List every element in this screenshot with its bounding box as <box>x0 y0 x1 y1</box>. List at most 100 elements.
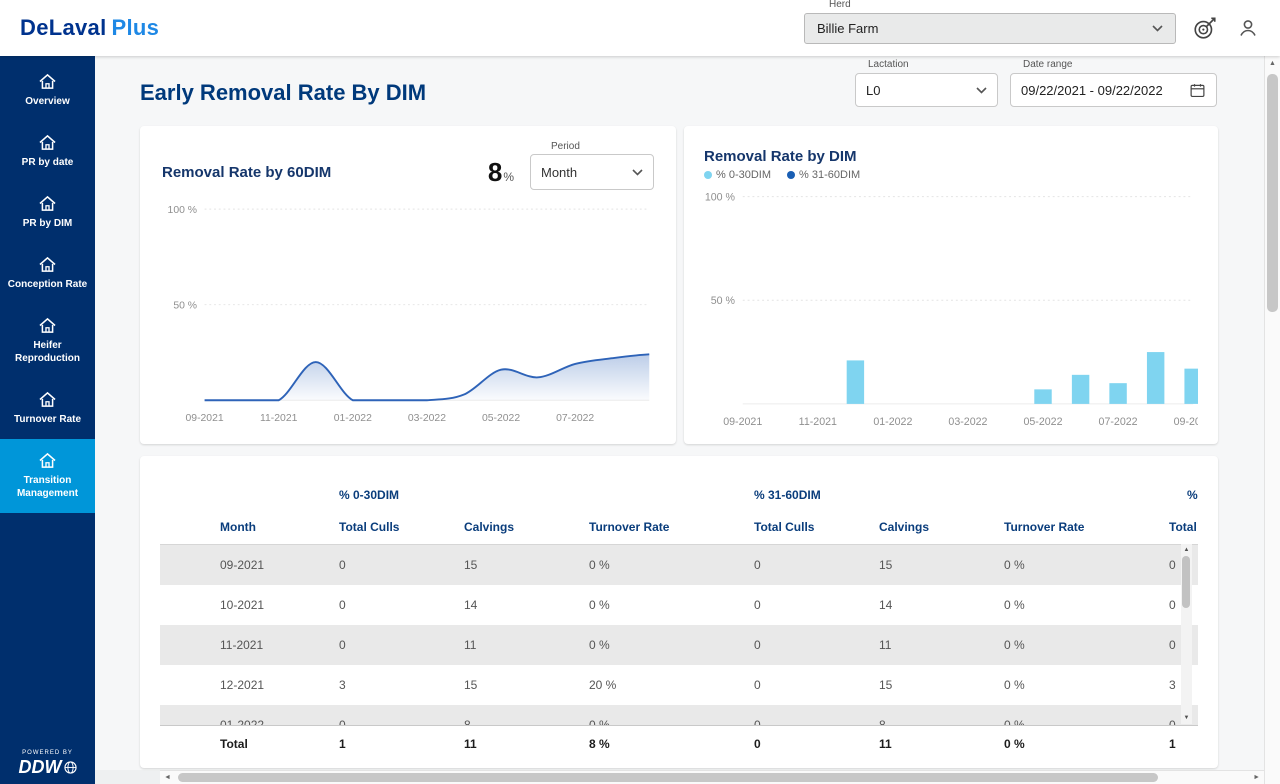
sidebar-item-heifer-reproduction[interactable]: Heifer Reproduction <box>0 304 95 378</box>
table-row: 10-20210140 %0140 %0140 % <box>160 585 1198 625</box>
chevron-down-icon <box>1152 25 1163 32</box>
table-row: 12-202131520 %0150 %31520 % <box>160 665 1198 705</box>
scroll-up-icon[interactable]: ▲ <box>1269 60 1276 68</box>
globe-icon <box>64 761 77 774</box>
bar-chart-legend: % 0-30DIM % 31-60DIM <box>704 169 1198 181</box>
column-header: Total Culls <box>1165 510 1198 544</box>
sidebar-footer: POWERED BY DDW <box>0 750 95 778</box>
table-total-row: Total1118 %0110 %1118 % <box>160 725 1198 763</box>
charts-row: Removal Rate by 60DIM 8% Period Month 10… <box>140 126 1218 444</box>
filters: Lactation L0 Date range 09/22/2021 - 09/… <box>855 73 1217 107</box>
svg-text:01-2022: 01-2022 <box>334 413 372 424</box>
sidebar-item-label: PR by DIM <box>23 217 72 230</box>
home-icon <box>38 134 57 151</box>
home-icon <box>38 256 57 273</box>
line-chart-title: Removal Rate by 60DIM <box>162 164 331 181</box>
svg-text:09-2021: 09-2021 <box>186 413 224 424</box>
column-group-header: % 0-30DIM <box>335 480 750 510</box>
logo-delaval: DeLaval <box>20 15 106 40</box>
sidebar-item-label: PR by date <box>22 156 74 169</box>
column-header: Month <box>160 510 335 544</box>
sidebar-item-conception-rate[interactable]: Conception Rate <box>0 243 95 304</box>
lactation-label: Lactation <box>868 59 909 70</box>
sidebar: Overview PR by date PR by DIM Conception Ra… <box>0 56 95 784</box>
sidebar-item-label: Heifer Reproduction <box>3 339 92 365</box>
column-header: Turnover Rate <box>585 510 750 544</box>
table-header: % 0-30DIM% 31-60DIM% 0-60DIMMonthTotal C… <box>160 480 1198 545</box>
topbar-actions: Herd Billie Farm <box>804 13 1262 44</box>
legend-item[interactable]: % 0-30DIM <box>704 169 771 181</box>
column-group-header: % 0-60DIM <box>1165 480 1198 510</box>
column-header: Calvings <box>460 510 585 544</box>
bar-chart: 100 %50 %09-202111-202101-202203-202205-… <box>704 185 1198 435</box>
svg-text:50 %: 50 % <box>173 300 197 311</box>
table-vertical-scrollbar[interactable]: ▲ ▼ <box>1181 544 1192 724</box>
sidebar-item-transition-management[interactable]: Transition Management <box>0 439 95 513</box>
removal-rate-value: 8% <box>488 157 514 188</box>
period-label: Period <box>551 141 580 152</box>
sidebar-item-turnover-rate[interactable]: Turnover Rate <box>0 378 95 439</box>
date-range-label: Date range <box>1023 59 1072 70</box>
page-horizontal-scrollbar[interactable]: ◄ ► <box>160 770 1264 784</box>
table-row: 11-20210110 %0110 %0110 % <box>160 625 1198 665</box>
scroll-left-icon[interactable]: ◄ <box>164 774 171 782</box>
target-icon[interactable] <box>1191 14 1219 42</box>
table-body[interactable]: 09-20210150 %0150 %0150 %10-20210140 %01… <box>160 545 1198 725</box>
svg-text:100 %: 100 % <box>168 205 197 216</box>
svg-text:09-2022: 09-2022 <box>1174 416 1198 428</box>
ddw-logo: DDW <box>19 757 77 778</box>
svg-text:11-2021: 11-2021 <box>799 416 837 428</box>
home-icon <box>38 452 57 469</box>
column-header: Total Culls <box>750 510 875 544</box>
date-range-picker[interactable]: Date range 09/22/2021 - 09/22/2022 <box>1010 73 1217 107</box>
table-row: 09-20210150 %0150 %0150 % <box>160 545 1198 585</box>
page-hscrollbar-thumb[interactable] <box>178 773 1158 782</box>
chevron-down-icon <box>632 169 643 176</box>
sidebar-item-label: Transition Management <box>3 474 92 500</box>
lactation-value: L0 <box>866 83 880 98</box>
legend-label: % 31-60DIM <box>799 169 860 181</box>
period-select[interactable]: Period Month <box>530 154 654 190</box>
page-vertical-scrollbar[interactable]: ▲ ▼ <box>1264 56 1280 784</box>
sidebar-item-label: Turnover Rate <box>14 413 81 426</box>
table-scrollbar-thumb[interactable] <box>1182 556 1190 608</box>
svg-text:07-2022: 07-2022 <box>556 413 594 424</box>
home-icon <box>38 317 57 334</box>
scroll-down-icon[interactable]: ▼ <box>1184 714 1190 722</box>
column-group-header: % 31-60DIM <box>750 480 1165 510</box>
herd-label: Herd <box>829 0 851 10</box>
user-icon[interactable] <box>1234 14 1262 42</box>
legend-label: % 0-30DIM <box>716 169 771 181</box>
svg-text:05-2022: 05-2022 <box>482 413 520 424</box>
home-icon <box>38 73 57 90</box>
sidebar-item-label: Overview <box>25 95 69 108</box>
column-header: Total Culls <box>335 510 460 544</box>
sidebar-item-pr-by-dim[interactable]: PR by DIM <box>0 182 95 243</box>
svg-text:50 %: 50 % <box>711 295 736 307</box>
svg-text:100 %: 100 % <box>705 191 736 203</box>
home-icon <box>38 195 57 212</box>
svg-text:03-2022: 03-2022 <box>408 413 446 424</box>
sidebar-item-pr-by-date[interactable]: PR by date <box>0 121 95 182</box>
sidebar-item-overview[interactable]: Overview <box>0 60 95 121</box>
sidebar-item-label: Conception Rate <box>8 278 87 291</box>
main-content: Lactation L0 Date range 09/22/2021 - 09/… <box>95 56 1264 770</box>
page-title: Early Removal Rate By DIM <box>140 80 426 106</box>
lactation-select[interactable]: Lactation L0 <box>855 73 998 107</box>
legend-item[interactable]: % 31-60DIM <box>787 169 860 181</box>
powered-by-label: POWERED BY <box>22 750 73 756</box>
herd-value: Billie Farm <box>817 21 878 36</box>
svg-text:03-2022: 03-2022 <box>948 416 987 428</box>
table-row: 01-2022080 %080 %080 % <box>160 705 1198 725</box>
svg-text:11-2021: 11-2021 <box>260 413 298 424</box>
svg-text:07-2022: 07-2022 <box>1099 416 1138 428</box>
period-value: Month <box>541 165 577 180</box>
svg-text:09-2021: 09-2021 <box>723 416 762 428</box>
scroll-right-icon[interactable]: ► <box>1253 774 1260 782</box>
page-scrollbar-thumb[interactable] <box>1267 74 1278 312</box>
scroll-up-icon[interactable]: ▲ <box>1184 546 1190 554</box>
column-header: Calvings <box>875 510 1000 544</box>
herd-select[interactable]: Herd Billie Farm <box>804 13 1176 44</box>
svg-text:05-2022: 05-2022 <box>1023 416 1062 428</box>
app-logo: DeLavalPlus <box>20 15 159 41</box>
